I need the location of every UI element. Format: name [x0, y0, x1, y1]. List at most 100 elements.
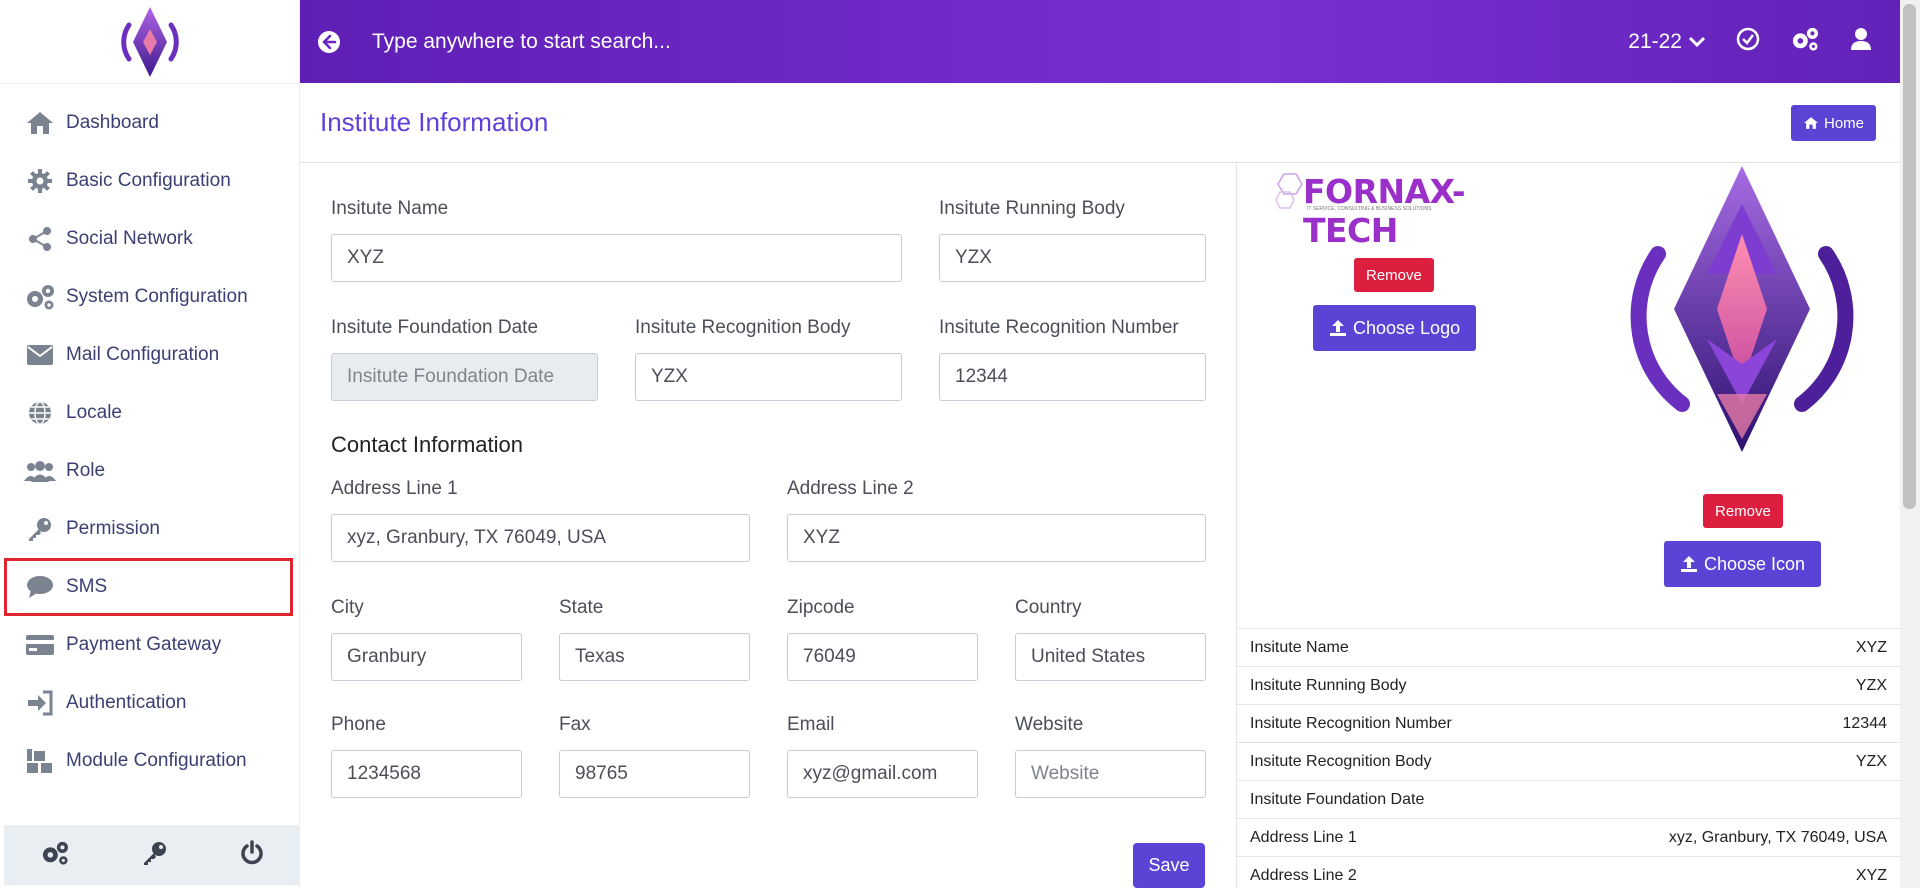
- remove-logo-button[interactable]: Remove: [1354, 258, 1434, 292]
- sidebar-item-permission[interactable]: Permission: [0, 500, 299, 558]
- check-circle-icon[interactable]: [1736, 27, 1760, 56]
- sidebar-item-dashboard[interactable]: Dashboard: [0, 94, 299, 152]
- sidebar-footer: [4, 825, 300, 885]
- fax-label: Fax: [559, 714, 591, 735]
- sidebar-item-mail-configuration[interactable]: Mail Configuration: [0, 326, 299, 384]
- sidebar-item-label: Permission: [66, 518, 160, 539]
- row-key: Address Line 2: [1250, 866, 1357, 884]
- sidebar-menu: Dashboard Basic Configuration Social Net…: [0, 84, 299, 790]
- table-row: Address Line 1 xyz, Granbury, TX 76049, U…: [1237, 818, 1900, 856]
- running-body-label: Insitute Running Body: [939, 198, 1125, 219]
- users-icon: [24, 455, 56, 487]
- choose-icon-button[interactable]: Choose Icon: [1664, 541, 1822, 587]
- country-input[interactable]: [1015, 633, 1206, 681]
- address2-label: Address Line 2: [787, 478, 914, 499]
- logo-tagline: IT SERVICE, CONSULTING & BUSINESS SOLUTI…: [1307, 206, 1432, 212]
- home-icon: [1803, 117, 1818, 129]
- country-label: Country: [1015, 597, 1082, 618]
- year-label: 21-22: [1628, 29, 1682, 53]
- gear-icon: [24, 165, 56, 197]
- sidebar-item-label: SMS: [66, 576, 108, 597]
- sidebar-item-label: Payment Gateway: [66, 634, 222, 655]
- sidebar-item-locale[interactable]: Locale: [0, 384, 299, 442]
- table-row: Address Line 2 XYZ: [1237, 856, 1900, 888]
- settings-gears-icon[interactable]: [39, 840, 71, 871]
- row-key: Address Line 1: [1250, 828, 1357, 846]
- sidebar-item-system-configuration[interactable]: System Configuration: [0, 268, 299, 326]
- sidebar-item-label: Social Network: [66, 228, 193, 249]
- upload-icon: [1330, 320, 1346, 336]
- recognition-number-label: Insitute Recognition Number: [939, 317, 1179, 338]
- state-input[interactable]: [559, 633, 750, 681]
- row-value: YZX: [1855, 752, 1887, 770]
- email-label: Email: [787, 714, 835, 735]
- key-icon[interactable]: [142, 840, 168, 871]
- power-icon[interactable]: [239, 839, 265, 871]
- user-icon[interactable]: [1850, 27, 1872, 56]
- year-selector[interactable]: 21-22: [1628, 30, 1706, 54]
- recognition-body-input[interactable]: [635, 353, 902, 401]
- home-button[interactable]: Home: [1790, 105, 1876, 141]
- row-key: Insitute Name: [1250, 638, 1349, 656]
- address2-input[interactable]: [787, 514, 1206, 562]
- chevron-down-icon: [1688, 36, 1706, 47]
- row-value: XYZ: [1855, 866, 1887, 884]
- brand-logo-icon: [120, 6, 179, 77]
- sidebar-item-sms[interactable]: SMS: [4, 558, 293, 616]
- row-key: Insitute Foundation Date: [1250, 790, 1425, 808]
- share-icon: [24, 223, 56, 255]
- row-value: XYZ: [1855, 638, 1887, 656]
- sidebar-item-label: Locale: [66, 402, 122, 423]
- settings-gears-icon[interactable]: [1790, 26, 1820, 57]
- credit-card-icon: [24, 629, 56, 661]
- phone-input[interactable]: [331, 750, 522, 798]
- institute-name-input[interactable]: [331, 234, 902, 282]
- state-label: State: [559, 597, 604, 618]
- table-row: Insitute Running Body YZX: [1237, 666, 1900, 704]
- sidebar-item-module-configuration[interactable]: Module Configuration: [0, 732, 299, 790]
- recognition-body-label: Insitute Recognition Body: [635, 317, 851, 338]
- fax-input[interactable]: [559, 750, 750, 798]
- sign-in-icon: [24, 687, 56, 719]
- recognition-number-input[interactable]: [939, 353, 1206, 401]
- address1-input[interactable]: [331, 514, 750, 562]
- foundation-date-label: Insitute Foundation Date: [331, 317, 539, 338]
- sidebar-item-label: Authentication: [66, 692, 187, 713]
- website-input[interactable]: [1015, 750, 1206, 798]
- sidebar-item-authentication[interactable]: Authentication: [0, 674, 299, 732]
- search-input[interactable]: [372, 29, 1072, 54]
- row-key: Insitute Recognition Body: [1250, 752, 1432, 770]
- sidebar-item-payment-gateway[interactable]: Payment Gateway: [0, 616, 299, 674]
- running-body-input[interactable]: [939, 234, 1206, 282]
- back-icon[interactable]: [314, 27, 344, 57]
- sidebar-item-basic-configuration[interactable]: Basic Configuration: [0, 152, 299, 210]
- sidebar-item-social-network[interactable]: Social Network: [0, 210, 299, 268]
- scrollbar-thumb[interactable]: [1903, 4, 1916, 509]
- upload-icon: [1681, 556, 1697, 572]
- save-button[interactable]: Save: [1133, 843, 1205, 888]
- sidebar-item-role[interactable]: Role: [0, 442, 299, 500]
- globe-icon: [24, 397, 56, 429]
- zipcode-input[interactable]: [787, 633, 978, 681]
- email-input[interactable]: [787, 750, 978, 798]
- choose-logo-button[interactable]: Choose Logo: [1313, 305, 1477, 351]
- row-key: Insitute Recognition Number: [1250, 714, 1452, 732]
- top-bar-actions: 21-22: [1628, 26, 1872, 57]
- institute-info-table: Insitute Name XYZ Insitute Running Body YZ…: [1237, 628, 1900, 888]
- sidebar: Dashboard Basic Configuration Social Net…: [0, 0, 300, 888]
- table-row: Insitute Recognition Body YZX: [1237, 742, 1900, 780]
- foundation-date-input[interactable]: [331, 353, 598, 401]
- page-title: Institute Information: [320, 107, 549, 137]
- sidebar-logo[interactable]: [0, 0, 299, 84]
- remove-icon-button[interactable]: Remove: [1703, 494, 1783, 528]
- vertical-scrollbar[interactable]: [1900, 0, 1920, 888]
- envelope-icon: [24, 339, 56, 371]
- page-header: Institute Information Home: [300, 83, 1900, 163]
- institute-name-label: Insitute Name: [331, 198, 449, 219]
- city-input[interactable]: [331, 633, 522, 681]
- sidebar-item-label: System Configuration: [66, 286, 248, 307]
- cubes-icon: [24, 745, 56, 777]
- sidebar-item-label: Module Configuration: [66, 750, 247, 771]
- row-value: YZX: [1855, 676, 1887, 694]
- sidebar-item-label: Basic Configuration: [66, 170, 231, 191]
